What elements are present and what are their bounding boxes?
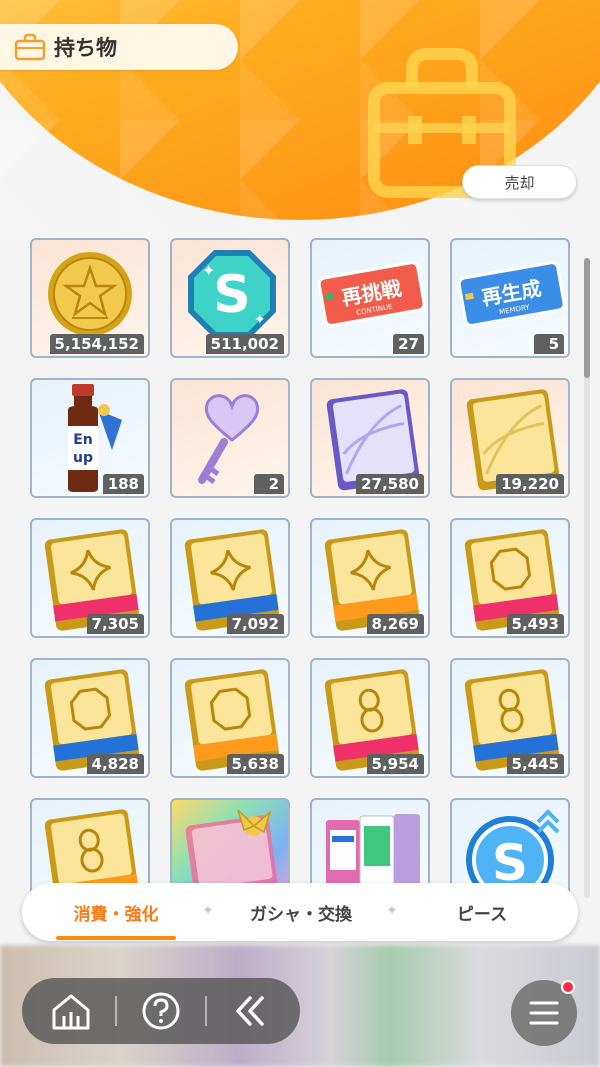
bag-icon (14, 33, 46, 61)
tab-consume-enhance[interactable]: 消費・強化 (46, 883, 186, 941)
item-sparkle-book-blue[interactable]: 7,092 (170, 518, 290, 638)
sparkle-icon: ✦ (202, 903, 214, 919)
item-count: 4,828 (86, 754, 144, 774)
tab-label: 消費・強化 (73, 904, 159, 925)
item-coin[interactable]: 5,154,152 (30, 238, 150, 358)
page-title: 持ち物 (54, 36, 117, 60)
item-infinity-book-blue[interactable]: 5,445 (450, 658, 570, 778)
item-count: 8,269 (366, 614, 424, 634)
scrollbar[interactable] (584, 258, 590, 898)
item-infinity-book-pink[interactable]: 5,954 (310, 658, 430, 778)
item-sparkle-book-pink[interactable]: 7,305 (30, 518, 150, 638)
svg-text:✦: ✦ (202, 261, 215, 280)
item-count: 27 (393, 334, 424, 354)
nav-divider (205, 996, 207, 1026)
item-sparkle-book-orange[interactable]: 8,269 (310, 518, 430, 638)
svg-text:up: up (73, 450, 93, 466)
item-memory-ticket[interactable]: 再生成 MEMORY 5 (450, 238, 570, 358)
nav-divider (115, 996, 117, 1026)
item-count: 7,092 (226, 614, 284, 634)
tab-label: ピース (456, 904, 508, 925)
scrollbar-thumb[interactable] (584, 258, 590, 378)
item-octagon-book-blue[interactable]: 4,828 (30, 658, 150, 778)
notification-dot (561, 980, 575, 994)
item-count: 511,002 (205, 334, 284, 354)
header-banner: 持ち物 売却 (0, 0, 600, 240)
home-icon[interactable] (46, 986, 96, 1036)
item-count: 27,580 (356, 474, 424, 494)
help-icon[interactable] (136, 986, 186, 1036)
svg-text:S: S (213, 265, 250, 325)
active-tab-indicator (56, 936, 176, 940)
svg-text:✦: ✦ (254, 312, 266, 328)
tab-piece[interactable]: ピース (412, 883, 552, 941)
tab-label: ガシャ・交換 (250, 904, 352, 925)
item-count: 5 (534, 334, 564, 354)
sell-button[interactable]: 売却 (462, 165, 577, 199)
sparkle-icon: ✦ (386, 903, 398, 919)
back-icon[interactable] (226, 986, 276, 1036)
item-count: 5,493 (506, 614, 564, 634)
item-purple-book[interactable]: 27,580 (310, 378, 430, 498)
tab-gacha-exchange[interactable]: ガシャ・交換 (226, 883, 376, 941)
item-count: 5,638 (226, 754, 284, 774)
item-octagon-book-orange[interactable]: 5,638 (170, 658, 290, 778)
item-count: 7,305 (86, 614, 144, 634)
item-heart-key[interactable]: 2 (170, 378, 290, 498)
item-count: 5,954 (366, 754, 424, 774)
item-count: 2 (254, 474, 284, 494)
category-tabs: 消費・強化 ✦ ガシャ・交換 ✦ ピース (22, 883, 578, 941)
item-count: 19,220 (496, 474, 564, 494)
svg-text:En: En (73, 432, 93, 448)
item-count: 188 (102, 474, 144, 494)
page-title-pill: 持ち物 (0, 24, 238, 70)
item-gold-book[interactable]: 19,220 (450, 378, 570, 498)
item-grid: 5,154,152 S ✦ ✦ 511,002 再挑戦 CONTINUE 27 … (0, 228, 600, 908)
item-s-gem[interactable]: S ✦ ✦ 511,002 (170, 238, 290, 358)
item-energy-drink[interactable]: En up 188 (30, 378, 150, 498)
item-count: 5,154,152 (49, 334, 144, 354)
item-count: 5,445 (506, 754, 564, 774)
item-octagon-book-pink[interactable]: 5,493 (450, 518, 570, 638)
bottom-nav (22, 978, 300, 1044)
item-continue-ticket[interactable]: 再挑戦 CONTINUE 27 (310, 238, 430, 358)
